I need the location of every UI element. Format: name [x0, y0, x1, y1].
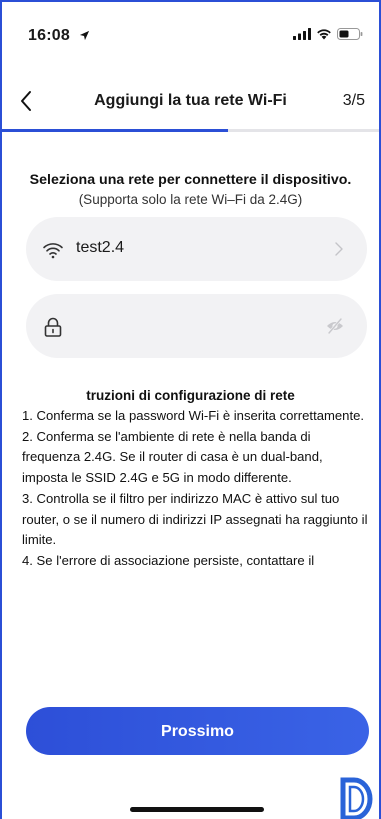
instruction-item: 1. Conferma se la password Wi-Fi è inser…: [22, 408, 365, 423]
page-title: Aggiungi la tua rete Wi-Fi: [94, 92, 287, 109]
instructions-title: truzioni di configurazione di rete: [86, 388, 295, 403]
app-screen: 16:08 Aggiungi la tua rete Wi-Fi 3/5 Sel…: [0, 0, 381, 819]
instruction-item: 2. Conferma se l'ambiente di rete è nell…: [22, 428, 323, 486]
next-button[interactable]: Prossimo: [26, 707, 369, 755]
cellular-signal-icon: [293, 28, 311, 40]
location-arrow-icon: [79, 30, 89, 41]
progress-fill: [2, 129, 229, 132]
network-name: test2.4: [76, 239, 125, 256]
status-icons: [293, 28, 363, 40]
network-select-field[interactable]: test2.4: [26, 217, 367, 281]
instructions-list: 1. Conferma se la password Wi-Fi è inser…: [22, 406, 368, 572]
nav-bar: Aggiungi la tua rete Wi-Fi 3/5: [2, 88, 379, 118]
wifi-status-icon: [317, 29, 331, 40]
wifi-icon: [43, 243, 63, 259]
instruction-item: 3. Controlla se il filtro per indirizzo …: [22, 490, 368, 548]
lock-icon: [44, 317, 62, 337]
home-indicator: [130, 807, 264, 812]
password-field: [26, 294, 367, 358]
status-time: 16:08: [28, 27, 70, 44]
step-indicator: 3/5: [342, 92, 365, 109]
progress-track: [2, 129, 379, 132]
chevron-right-icon: [335, 242, 343, 256]
status-bar: 16:08: [2, 2, 379, 72]
section-subheading: (Supporta solo la rete Wi–Fi da 2.4G): [78, 192, 303, 207]
status-time-wrap: 16:08: [28, 27, 90, 45]
instruction-item: 4. Se l'errore di associazione persiste,…: [22, 552, 315, 568]
password-input[interactable]: [76, 308, 310, 346]
brand-logo-icon: [340, 777, 373, 819]
battery-icon: [337, 28, 363, 40]
section-heading: Seleziona una rete per connettere il dis…: [29, 172, 352, 188]
eye-slash-icon[interactable]: [325, 317, 345, 335]
